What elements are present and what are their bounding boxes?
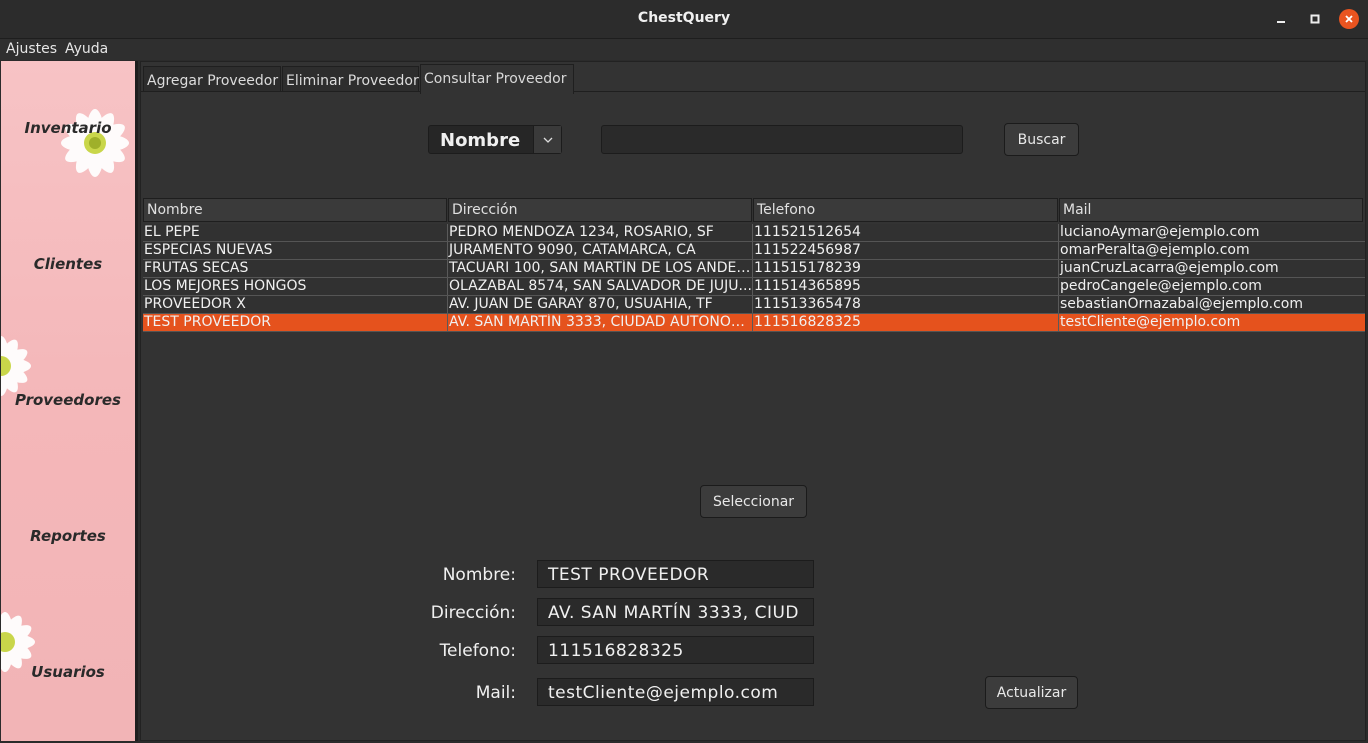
sidebar: Inventario Clientes Proveedores Reportes… — [1, 61, 138, 741]
table-row[interactable]: EL PEPE PEDRO MENDOZA 1234, ROSARIO, SF … — [143, 224, 1365, 242]
column-header-direccion[interactable]: Dirección — [448, 198, 752, 222]
tab-eliminar-proveedor[interactable]: Eliminar Proveedor — [282, 66, 419, 92]
table-header: Nombre Dirección Telefono Mail — [143, 198, 1365, 222]
table-row[interactable]: PROVEEDOR X AV. JUAN DE GARAY 870, USUAH… — [143, 296, 1365, 314]
cell-telefono: 111513365478 — [753, 296, 1059, 313]
sidebar-item-clientes[interactable]: Clientes — [1, 255, 135, 273]
actualizar-button[interactable]: Actualizar — [985, 676, 1078, 709]
sidebar-item-reportes[interactable]: Reportes — [1, 527, 135, 545]
buscar-button[interactable]: Buscar — [1004, 123, 1079, 156]
chevron-down-icon[interactable] — [533, 126, 561, 153]
cell-telefono: 111514365895 — [753, 278, 1059, 295]
cell-mail: omarPeralta@ejemplo.com — [1060, 242, 1250, 258]
window-titlebar: ChestQuery — [0, 0, 1368, 39]
telefono-label: Telefono: — [439, 641, 516, 661]
seleccionar-button[interactable]: Seleccionar — [700, 485, 807, 518]
cell-mail: testCliente@ejemplo.com — [1060, 314, 1241, 330]
table-row-selected[interactable]: TEST PROVEEDOR AV. SAN MARTÍN 3333, CIUD… — [143, 314, 1365, 332]
mail-label: Mail: — [475, 683, 516, 703]
menu-ayuda[interactable]: Ayuda — [65, 41, 108, 57]
cell-mail: sebastianOrnazabal@ejemplo.com — [1060, 296, 1303, 312]
sidebar-item-proveedores[interactable]: Proveedores — [1, 391, 135, 409]
cell-telefono: 111522456987 — [753, 242, 1059, 259]
minimize-icon[interactable] — [1272, 10, 1290, 28]
direccion-label: Dirección: — [430, 603, 516, 623]
cell-direccion: AV. JUAN DE GARAY 870, USUAHIA, TF — [448, 296, 753, 313]
cell-mail: juanCruzLacarra@ejemplo.com — [1060, 260, 1279, 276]
cell-nombre: EL PEPE — [143, 224, 448, 241]
table-row[interactable]: LOS MEJORES HONGOS OLAZABAL 8574, SAN SA… — [143, 278, 1365, 296]
cell-direccion: JURAMENTO 9090, CATAMARCA, CA — [448, 242, 753, 259]
table-row[interactable]: FRUTAS SECAS TACUARI 100, SAN MARTÍN DE … — [143, 260, 1365, 278]
cell-telefono: 111516828325 — [753, 314, 1059, 331]
search-field-value: Nombre — [440, 130, 521, 151]
search-input[interactable] — [601, 125, 963, 154]
sidebar-item-inventario[interactable]: Inventario — [1, 119, 135, 137]
mail-field[interactable]: testCliente@ejemplo.com — [537, 678, 814, 706]
main-panel: Agregar Proveedor Eliminar Proveedor Con… — [140, 61, 1366, 741]
menubar: Ajustes Ayuda — [0, 39, 1368, 60]
close-icon[interactable] — [1339, 9, 1359, 29]
column-header-telefono[interactable]: Telefono — [753, 198, 1058, 222]
cell-direccion: AV. SAN MARTÍN 3333, CIUDAD AUTONOM... — [449, 314, 753, 331]
nombre-field[interactable]: TEST PROVEEDOR — [537, 560, 814, 588]
menu-ajustes[interactable]: Ajustes — [6, 41, 57, 57]
cell-direccion: TACUARI 100, SAN MARTÍN DE LOS ANDES, ..… — [449, 260, 753, 277]
cell-direccion: OLAZABAL 8574, SAN SALVADOR DE JUJU... — [449, 278, 753, 295]
window-title: ChestQuery — [637, 10, 731, 26]
tab-consultar-proveedor[interactable]: Consultar Proveedor — [420, 64, 574, 94]
sidebar-item-usuarios[interactable]: Usuarios — [1, 663, 135, 681]
cell-nombre: FRUTAS SECAS — [143, 260, 448, 277]
table-row[interactable]: ESPECIAS NUEVAS JURAMENTO 9090, CATAMARC… — [143, 242, 1365, 260]
cell-nombre: LOS MEJORES HONGOS — [143, 278, 448, 295]
cell-mail: pedroCangele@ejemplo.com — [1060, 278, 1262, 294]
direccion-field[interactable]: AV. SAN MARTÍN 3333, CIUD — [537, 598, 814, 626]
cell-nombre: ESPECIAS NUEVAS — [143, 242, 448, 259]
cell-direccion: PEDRO MENDOZA 1234, ROSARIO, SF — [448, 224, 753, 241]
column-header-mail[interactable]: Mail — [1059, 198, 1363, 222]
cell-telefono: 111521512654 — [753, 224, 1059, 241]
telefono-field[interactable]: 111516828325 — [537, 636, 814, 664]
cell-mail: lucianoAymar@ejemplo.com — [1060, 224, 1260, 240]
flower-decoration-icon — [61, 109, 129, 177]
column-header-nombre[interactable]: Nombre — [143, 198, 447, 222]
cell-telefono: 111515178239 — [753, 260, 1059, 277]
cell-nombre: TEST PROVEEDOR — [143, 314, 448, 331]
maximize-icon[interactable] — [1306, 10, 1324, 28]
tab-agregar-proveedor[interactable]: Agregar Proveedor — [143, 66, 281, 92]
nombre-label: Nombre: — [442, 565, 516, 585]
search-field-select[interactable]: Nombre — [428, 125, 562, 154]
cell-nombre: PROVEEDOR X — [143, 296, 448, 313]
